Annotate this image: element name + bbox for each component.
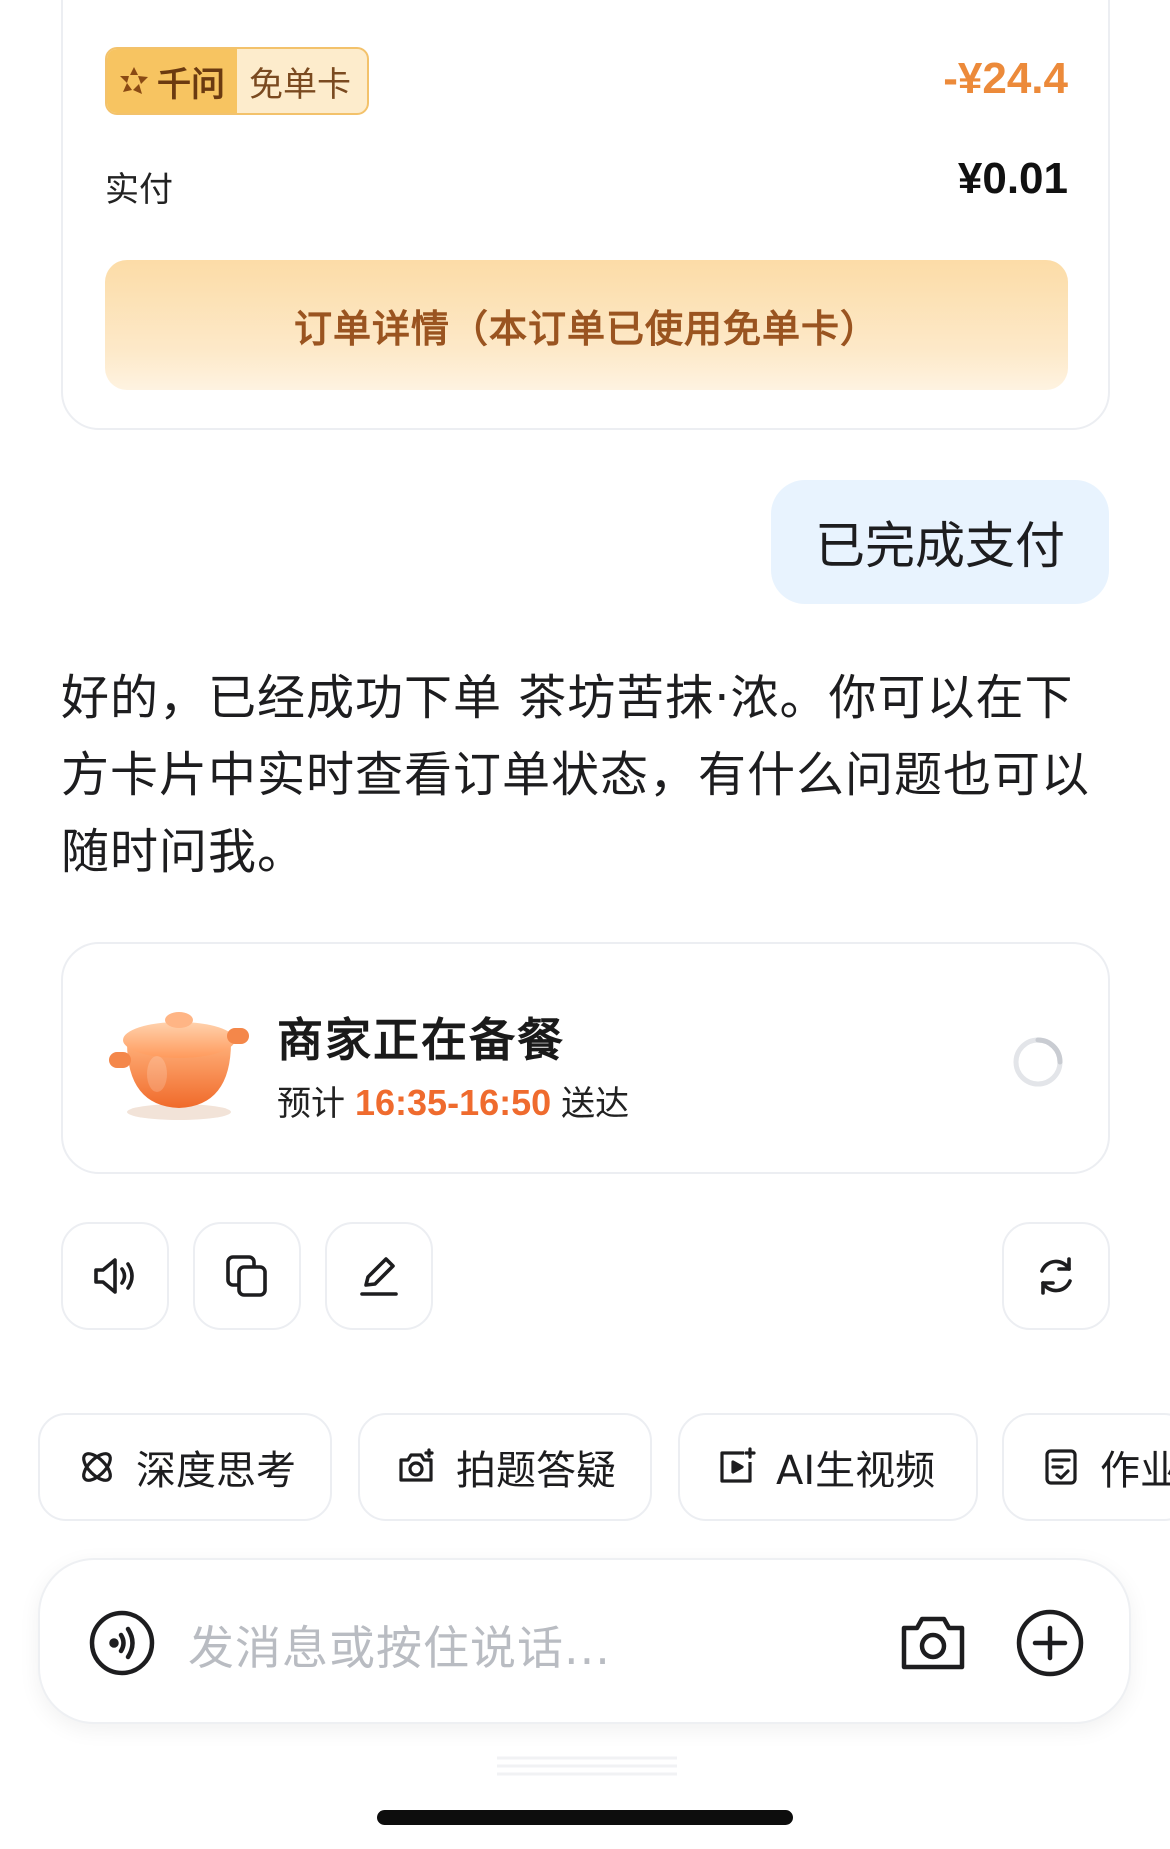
- cooking-pot-icon: [109, 1012, 249, 1120]
- scroll-hint-icon: [497, 1756, 677, 1776]
- chip-label: AI生视频: [776, 1448, 936, 1494]
- read-aloud-button[interactable]: [61, 1222, 169, 1330]
- add-icon[interactable]: [1015, 1608, 1085, 1678]
- chip-label: 作业: [1100, 1448, 1170, 1494]
- speaker-icon: [94, 1258, 134, 1294]
- eta-prefix: 预计: [277, 1084, 345, 1124]
- chat-page: 千问 免单卡 -¥24.4 实付 ¥0.01 订单详情（本订单已使用免单卡） 已…: [0, 0, 1170, 1849]
- loading-spinner-icon: [1013, 1037, 1063, 1087]
- message-input[interactable]: 发消息或按住说话...: [188, 1612, 611, 1678]
- deep-think-icon: [82, 1452, 112, 1482]
- regenerate-button[interactable]: [1002, 1222, 1110, 1330]
- order-status-card[interactable]: 商家正在备餐 预计 16:35-16:50 送达: [61, 942, 1110, 1174]
- paid-amount: ¥0.01: [957, 154, 1068, 203]
- homework-icon: [1045, 1449, 1077, 1485]
- edit-button[interactable]: [325, 1222, 433, 1330]
- user-message-bubble: 已完成支付: [771, 480, 1109, 604]
- discount-amount: -¥24.4: [943, 54, 1068, 103]
- coupon-name: 免单卡: [249, 64, 351, 105]
- home-indicator[interactable]: [377, 1810, 793, 1825]
- chip-deep-think[interactable]: 深度思考: [38, 1413, 332, 1521]
- chip-ai-video[interactable]: AI生视频: [678, 1413, 978, 1521]
- assistant-reply-text: 好的，已经成功下单 茶坊苦抹·浓。你可以在下方卡片中实时查看订单状态，有什么问题…: [61, 670, 1091, 880]
- qianwen-logo-icon: [120, 67, 148, 94]
- coupon-brand: 千问: [107, 49, 237, 113]
- voice-input-icon[interactable]: [88, 1609, 156, 1677]
- edit-icon: [360, 1257, 398, 1296]
- eta-suffix: 送达: [561, 1084, 630, 1124]
- chip-homework[interactable]: 作业: [1002, 1413, 1170, 1521]
- eta-time: 16:35-16:50: [355, 1082, 552, 1123]
- paid-label: 实付: [105, 170, 173, 210]
- delivery-eta: 预计 16:35-16:50 送达: [277, 1076, 629, 1125]
- regenerate-icon: [1040, 1257, 1072, 1295]
- chip-label: 深度思考: [136, 1448, 296, 1494]
- photo-question-icon: [399, 1448, 434, 1482]
- camera-icon[interactable]: [899, 1610, 967, 1674]
- copy-icon: [226, 1255, 267, 1297]
- copy-button[interactable]: [193, 1222, 301, 1330]
- order-detail-button[interactable]: 订单详情（本订单已使用免单卡）: [105, 260, 1068, 390]
- ai-video-icon: [720, 1447, 756, 1483]
- status-title: 商家正在备餐: [277, 1013, 565, 1067]
- coupon-badge: 千问 免单卡: [105, 47, 369, 115]
- order-summary-card: 千问 免单卡 -¥24.4 实付 ¥0.01 订单详情（本订单已使用免单卡）: [61, 0, 1110, 430]
- coupon-brand-label: 千问: [157, 64, 225, 105]
- chip-label: 拍题答疑: [456, 1448, 616, 1494]
- message-input-bar[interactable]: 发消息或按住说话...: [38, 1558, 1131, 1724]
- chip-photo-question[interactable]: 拍题答疑: [358, 1413, 652, 1521]
